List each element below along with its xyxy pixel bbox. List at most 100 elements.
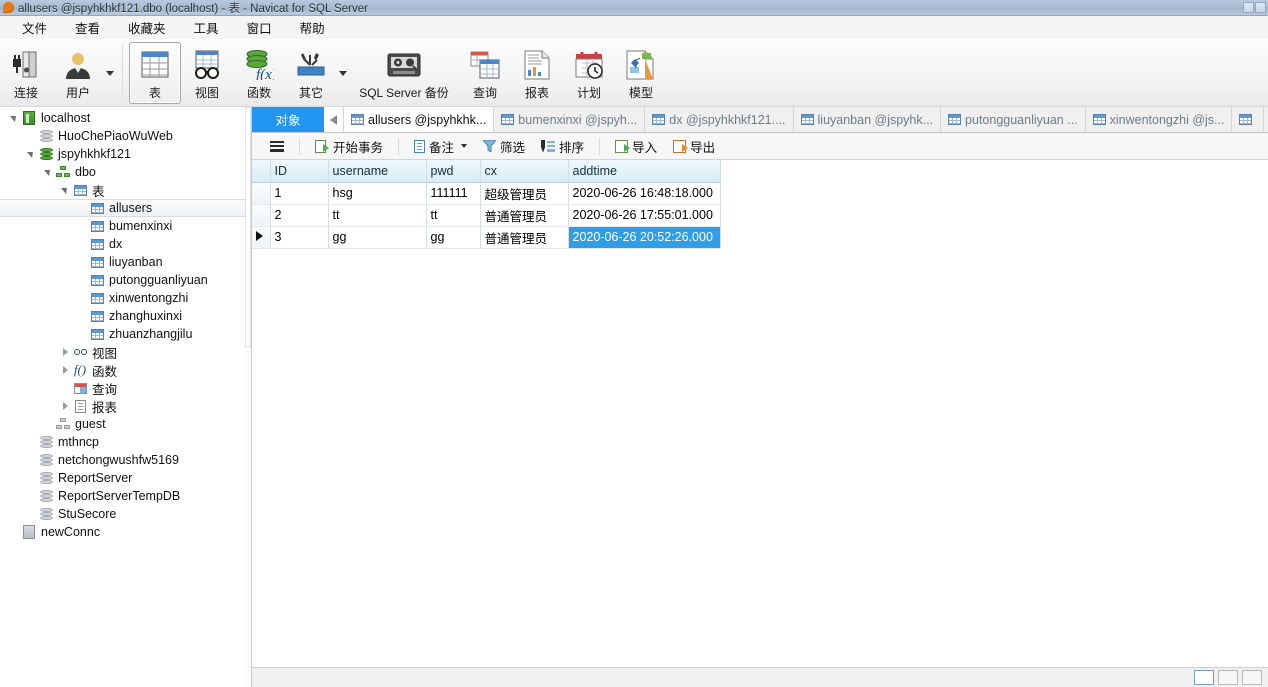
- menu-help[interactable]: 帮助: [286, 16, 339, 39]
- tree-item-dx[interactable]: dx: [0, 235, 251, 253]
- cell-id[interactable]: 1: [270, 182, 329, 205]
- form-view-button[interactable]: [1218, 670, 1238, 685]
- tree-item-jspyhkhkf121[interactable]: jspyhkhkf121: [0, 145, 251, 163]
- toolbar-dropdown-arrow[interactable]: [337, 42, 349, 104]
- tree-item-guest[interactable]: guest: [0, 415, 251, 433]
- toolbar-button-schedule-clock[interactable]: 计划: [563, 42, 615, 104]
- tree-item-huochepiaowuweb[interactable]: HuoChePiaoWuWeb: [0, 127, 251, 145]
- twisty-expanded-icon[interactable]: [42, 163, 54, 181]
- row-marker-cell[interactable]: [252, 226, 271, 249]
- table-row[interactable]: 2 tt tt 普通管理员 2020-06-26 17:55:01.000: [252, 204, 721, 227]
- tree-item-[interactable]: 视图: [0, 343, 251, 361]
- twisty-collapsed-icon[interactable]: [59, 361, 71, 379]
- cell-cx[interactable]: 超级管理员: [480, 182, 569, 205]
- toolbar-button-query[interactable]: 查询: [459, 42, 511, 104]
- grid-button-sort[interactable]: 排序: [533, 136, 592, 157]
- grid-button-export[interactable]: 导出: [665, 136, 723, 157]
- document-tab[interactable]: allusers @jspyhkhk...: [344, 107, 495, 132]
- cell-pwd[interactable]: gg: [426, 226, 481, 249]
- toolbar-button-user[interactable]: 用户: [52, 42, 104, 104]
- menu-file[interactable]: 文件: [8, 16, 61, 39]
- grid-button-note[interactable]: 备注: [406, 136, 475, 157]
- tab-objects[interactable]: 对象: [252, 107, 324, 132]
- tree-item-[interactable]: 表: [0, 181, 251, 199]
- tree-item-newconnc[interactable]: newConnc: [0, 523, 251, 541]
- tree-item-zhanghuxinxi[interactable]: zhanghuxinxi: [0, 307, 251, 325]
- tree-item-allusers[interactable]: allusers: [0, 199, 251, 217]
- menu-view[interactable]: 查看: [61, 16, 114, 39]
- document-tab[interactable]: liuyanban @jspyhk...: [793, 107, 942, 132]
- tree-item-liuyanban[interactable]: liuyanban: [0, 253, 251, 271]
- twisty-expanded-icon[interactable]: [8, 109, 20, 127]
- twisty-expanded-icon[interactable]: [59, 181, 71, 199]
- grid-view-button[interactable]: [1194, 670, 1214, 685]
- cell-username[interactable]: hsg: [328, 182, 427, 205]
- toolbar-button-connection[interactable]: 连接: [0, 42, 52, 104]
- document-tab[interactable]: dx @jspyhkhkf121....: [645, 107, 794, 132]
- toolbar-button-model[interactable]: 模型: [615, 42, 667, 104]
- cell-addtime[interactable]: 2020-06-26 20:52:26.000: [568, 226, 721, 249]
- cell-cx[interactable]: 普通管理员: [480, 226, 569, 249]
- tree-item-reportservertempdb[interactable]: ReportServerTempDB: [0, 487, 251, 505]
- tree-item-stusecore[interactable]: StuSecore: [0, 505, 251, 523]
- tree-scrollbar-thumb[interactable]: [245, 107, 251, 347]
- cell-username[interactable]: tt: [328, 204, 427, 227]
- cell-id[interactable]: 3: [270, 226, 329, 249]
- tree-scrollbar[interactable]: [245, 107, 251, 687]
- menu-favorites[interactable]: 收藏夹: [114, 16, 180, 39]
- table-row[interactable]: 1 hsg 111111 超级管理员 2020-06-26 16:48:18.000: [252, 182, 721, 205]
- grid-button-begin-transaction[interactable]: 开始事务: [307, 136, 391, 157]
- grid-button-import[interactable]: 导入: [607, 136, 665, 157]
- document-tab[interactable]: [1232, 107, 1265, 132]
- cell-pwd[interactable]: 111111: [426, 182, 481, 205]
- toolbar-button-view-glasses[interactable]: 视图: [181, 42, 233, 104]
- column-header-cx[interactable]: cx: [480, 160, 569, 183]
- tree-item-dbo[interactable]: dbo: [0, 163, 251, 181]
- cell-cx[interactable]: 普通管理员: [480, 204, 569, 227]
- toolbar-button-backup-tape[interactable]: SQL Server 备份: [349, 42, 459, 104]
- tree-item-[interactable]: 查询: [0, 379, 251, 397]
- column-header-pwd[interactable]: pwd: [426, 160, 481, 183]
- toolbar-button-table[interactable]: 表: [129, 42, 181, 104]
- document-tab[interactable]: xinwentongzhi @js...: [1085, 107, 1233, 132]
- minimize-button[interactable]: [1243, 2, 1254, 13]
- column-header-id[interactable]: ID: [270, 160, 329, 183]
- tab-scroll-left-button[interactable]: [324, 107, 344, 132]
- cell-addtime[interactable]: 2020-06-26 17:55:01.000: [568, 204, 721, 227]
- table-row[interactable]: 3 gg gg 普通管理员 2020-06-26 20:52:26.000: [252, 226, 721, 249]
- menu-window[interactable]: 窗口: [233, 16, 286, 39]
- tree-item-[interactable]: 报表: [0, 397, 251, 415]
- tree-item-bumenxinxi[interactable]: bumenxinxi: [0, 217, 251, 235]
- tree-item-localhost[interactable]: localhost: [0, 109, 251, 127]
- row-marker-cell[interactable]: [252, 182, 271, 205]
- tree-item-reportserver[interactable]: ReportServer: [0, 469, 251, 487]
- column-header-username[interactable]: username: [328, 160, 427, 183]
- tree-item-mthncp[interactable]: mthncp: [0, 433, 251, 451]
- twisty-collapsed-icon[interactable]: [59, 343, 71, 361]
- document-tab[interactable]: bumenxinxi @jspyh...: [494, 107, 646, 132]
- maximize-button[interactable]: [1255, 2, 1266, 13]
- menu-tools[interactable]: 工具: [180, 16, 233, 39]
- cell-pwd[interactable]: tt: [426, 204, 481, 227]
- document-tab[interactable]: putongguanliyuan ...: [941, 107, 1086, 132]
- view-mode-buttons[interactable]: [1194, 670, 1268, 685]
- twisty-expanded-icon[interactable]: [25, 145, 37, 163]
- column-header-addtime[interactable]: addtime: [568, 160, 721, 183]
- tree-item-netchongwushfw5169[interactable]: netchongwushfw5169: [0, 451, 251, 469]
- toolbar-button-other-tools[interactable]: 其它: [285, 42, 337, 104]
- cell-username[interactable]: gg: [328, 226, 427, 249]
- window-controls[interactable]: [1238, 1, 1266, 14]
- tree-item-zhuanzhangjilu[interactable]: zhuanzhangjilu: [0, 325, 251, 343]
- tree-item-putongguanliyuan[interactable]: putongguanliyuan: [0, 271, 251, 289]
- cell-addtime[interactable]: 2020-06-26 16:48:18.000: [568, 182, 721, 205]
- text-view-button[interactable]: [1242, 670, 1262, 685]
- twisty-collapsed-icon[interactable]: [59, 397, 71, 415]
- toolbar-button-report[interactable]: 报表: [511, 42, 563, 104]
- tree-item-xinwentongzhi[interactable]: xinwentongzhi: [0, 289, 251, 307]
- cell-id[interactable]: 2: [270, 204, 329, 227]
- toolbar-button-function-fx[interactable]: f(x) 函数: [233, 42, 285, 104]
- toolbar-dropdown-arrow[interactable]: [104, 42, 116, 104]
- grid-menu-button[interactable]: [262, 136, 292, 157]
- row-marker-cell[interactable]: [252, 204, 271, 227]
- grid-button-filter[interactable]: 筛选: [475, 136, 533, 157]
